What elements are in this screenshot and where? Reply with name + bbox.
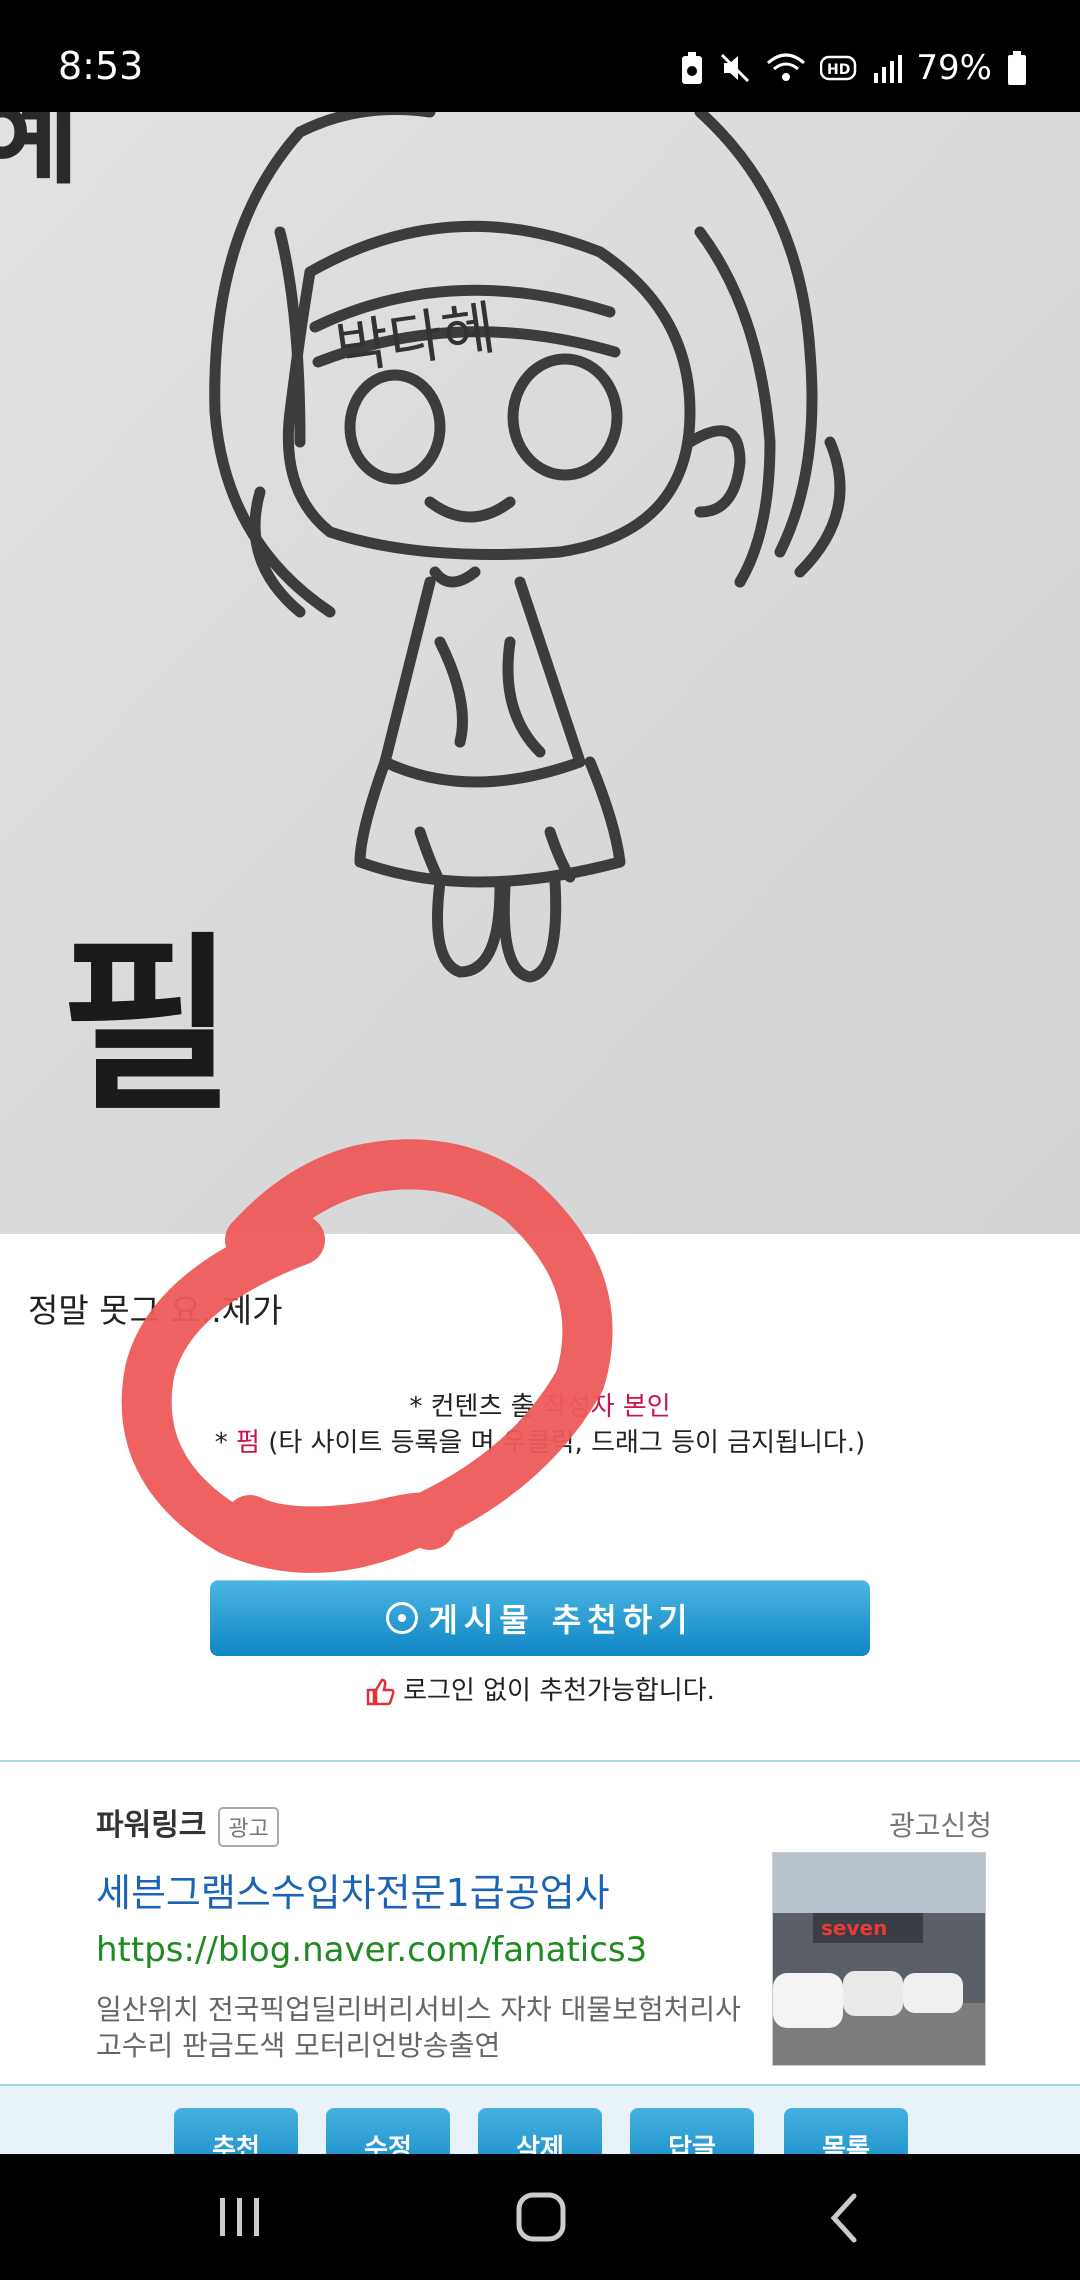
ad-thumbnail[interactable]: seven (772, 1852, 986, 2066)
edit-button[interactable]: 수정 (326, 2108, 450, 2156)
back-icon[interactable] (820, 2188, 870, 2248)
ad-header-text: 파워링크 (96, 1808, 207, 1843)
delete-button[interactable]: 삭제 (478, 2108, 602, 2156)
ad-description: 일산위치 전국픽업딜리버리서비스 자차 대물보험처리사고수리 판금도색 모터리언… (96, 1993, 741, 2062)
recent-apps-icon[interactable] (210, 2192, 270, 2242)
ad-title-link[interactable]: 세븐그램스수입차전문1급공업사 (96, 1862, 610, 1917)
ad-header: 파워링크 광고 (96, 1800, 279, 1847)
ad-url-link[interactable]: https://blog.naver.com/fanatics3 (96, 1930, 647, 1970)
recommend-button[interactable]: 추천 (174, 2108, 298, 2156)
ad-badge: 광고 (218, 1806, 279, 1847)
ad-image-sign: seven (821, 1916, 887, 1940)
list-button[interactable]: 목록 (784, 2108, 908, 2156)
power-link-ad: 파워링크 광고 광고신청 세븐그램스수입차전문1급공업사 https://blog… (0, 1760, 1080, 2084)
reply-button[interactable]: 답글 (630, 2108, 754, 2156)
post-action-bar: 추천 수정 삭제 답글 목록 (0, 2084, 1080, 2156)
ad-apply-link[interactable]: 광고신청 (889, 1804, 992, 1844)
ad-thumbnail-image: seven (773, 1853, 985, 2065)
home-icon[interactable] (512, 2188, 572, 2248)
navigation-bar (0, 2154, 1080, 2280)
